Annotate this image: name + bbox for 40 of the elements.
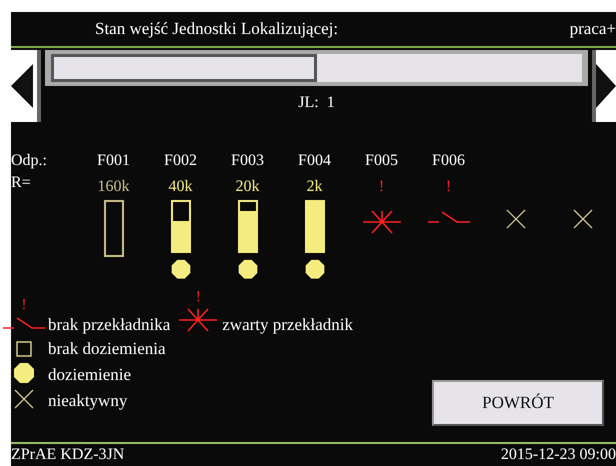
alarm-mark: ! (446, 178, 452, 196)
channel-label: F002 (164, 152, 197, 169)
legend-text: brak doziemienia (48, 338, 166, 360)
legend-text: brak przekładnika (48, 314, 170, 336)
resistance-value: 160k (98, 178, 130, 196)
cross-icon (13, 388, 35, 410)
resistance-value: 40k (168, 178, 192, 196)
resistance-value: 20k (236, 178, 260, 196)
unit-number: 1 (326, 94, 335, 112)
alarm-mark: ! (378, 178, 384, 196)
device-name: ZPrAE KDZ-3JN (11, 446, 124, 464)
channel-label: F006 (432, 152, 465, 169)
star-cross-icon (178, 306, 218, 334)
date-time: 2015-12-23 09:00 (500, 446, 616, 464)
channel-label: F003 (231, 152, 264, 169)
star-cross-icon (362, 208, 402, 236)
unit-label: JL: (298, 94, 319, 112)
screen-title: Stan wejść Jednostki Lokalizującej: (94, 19, 340, 39)
channel-label: F005 (365, 152, 398, 169)
alarm-mark: ! (22, 296, 26, 314)
right-triangle-icon (596, 64, 616, 108)
square-icon (15, 340, 33, 358)
legend-text: nieaktywny (48, 390, 128, 412)
legend-text: zwarty przekładnik (222, 314, 353, 336)
next-button[interactable] (592, 50, 616, 122)
mode-label: praca+ (570, 19, 616, 39)
resistance-label: R= (11, 174, 32, 193)
resistance-value: 2k (306, 178, 322, 196)
cross-icon (504, 208, 526, 230)
scroll-thumb[interactable] (51, 54, 316, 82)
previous-button[interactable] (11, 50, 41, 122)
left-triangle-icon (11, 64, 33, 108)
outputs-label: Odp.: (11, 152, 48, 171)
back-button[interactable]: POWRÓT (432, 380, 604, 426)
channel-label: F001 (97, 152, 130, 169)
alarm-mark: ! (196, 288, 201, 306)
legend-text: doziemienie (48, 364, 132, 386)
scroll-bar[interactable] (45, 50, 588, 86)
channel-label: F004 (298, 152, 331, 169)
cross-icon (572, 208, 594, 230)
